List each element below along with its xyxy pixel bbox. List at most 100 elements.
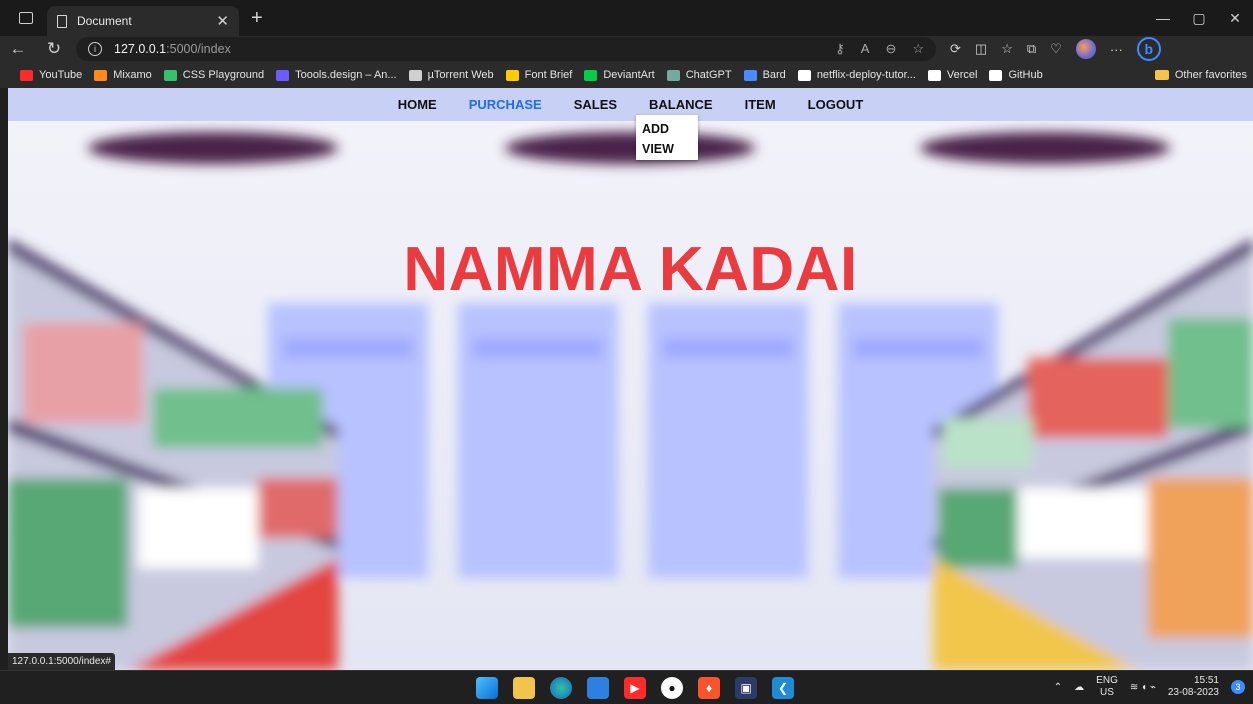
youtube-icon[interactable]: ▶ [624, 677, 646, 699]
favorite-star-icon[interactable]: ☆ [912, 41, 924, 57]
read-aloud-icon[interactable]: A [861, 41, 870, 57]
bookmark-item[interactable]: netflix-deploy-tutor... [797, 69, 916, 81]
document-icon [57, 14, 67, 28]
health-icon[interactable]: ♡ [1050, 41, 1062, 57]
clock[interactable]: 15:51 23-08-2023 [1168, 675, 1219, 699]
profile-avatar[interactable] [1075, 39, 1096, 59]
more-icon[interactable]: ··· [1110, 42, 1123, 57]
refresh-icon[interactable]: ↻ [36, 39, 72, 59]
bookmark-icon [276, 69, 290, 81]
clock-date: 23-08-2023 [1167, 687, 1219, 698]
extensions-icon[interactable]: ⟳ [950, 41, 961, 57]
bookmark-item[interactable]: ChatGPT [666, 69, 732, 81]
bookmark-label: Mixamo [113, 69, 152, 81]
bookmark-label: CSS Playground [182, 69, 265, 81]
windows-start-icon[interactable] [476, 677, 498, 699]
window-controls: — ▢ ✕ [1145, 10, 1253, 27]
bookmark-item[interactable]: YouTube [20, 69, 82, 81]
bing-copilot-icon[interactable]: b [1136, 37, 1161, 61]
bookmark-icon [797, 69, 811, 81]
nav-item-sales[interactable]: SALES [574, 97, 617, 112]
notification-badge[interactable]: 3 [1231, 680, 1245, 694]
windows-taskbar: ▶ ● ♦ ▣ ❮ ⌃ ☁ ENG US ≋ ◖ ⌁ 15:51 23-08-2… [0, 670, 1253, 704]
dropdown-item-view[interactable]: VIEW [642, 139, 698, 159]
brave-browser-icon[interactable]: ♦ [698, 677, 720, 699]
bookmark-label: ChatGPT [685, 69, 732, 81]
browser-titlebar: Document ✕ + — ▢ ✕ [0, 0, 1253, 36]
page-viewport: HOME PURCHASE SALES BALANCE ITEM LOGOUT ADD V… [8, 88, 1253, 670]
edge-browser-icon[interactable] [550, 677, 572, 699]
bookmark-item[interactable]: CSS Playground [163, 69, 265, 81]
dropdown-item-add[interactable]: ADD [642, 119, 698, 139]
new-tab-icon[interactable]: + [251, 7, 263, 30]
bookmark-icon [505, 69, 519, 81]
site-info-icon[interactable]: i [88, 42, 102, 56]
bookmark-icon [163, 69, 177, 81]
bookmark-icon [989, 69, 1003, 81]
nav-item-home[interactable]: HOME [398, 97, 437, 112]
nav-item-logout[interactable]: LOGOUT [808, 97, 864, 112]
supermarket-background [8, 88, 1253, 670]
bookmarks-bar: YouTube Mixamo CSS Playground Toools.design… [0, 62, 1253, 88]
address-actions: ⚷ A ⊖ ☆ [835, 41, 936, 57]
bookmark-icon [20, 69, 33, 81]
purchase-dropdown: ADD VIEW [636, 115, 698, 160]
vscode-icon[interactable]: ❮ [772, 677, 794, 699]
other-favorites-label: Other favorites [1174, 69, 1247, 81]
bookmark-label: GitHub [1008, 69, 1043, 81]
back-icon[interactable]: ← [0, 39, 36, 59]
address-row: ← ↻ i 127.0.0.1 :5000/index ⚷ A ⊖ ☆ ⟳ ◫ … [0, 36, 1253, 62]
other-favorites[interactable]: Other favorites [1154, 69, 1247, 81]
bookmark-item[interactable]: µTorrent Web [408, 69, 494, 81]
bookmark-item[interactable]: Mixamo [94, 69, 152, 81]
bookmark-icon [408, 69, 422, 81]
bookmark-icon [94, 69, 108, 81]
bookmark-icon [666, 69, 680, 81]
bookmark-label: Toools.design – An... [295, 69, 397, 81]
file-explorer-icon[interactable] [513, 677, 535, 699]
system-tray: ⌃ ☁ ENG US ≋ ◖ ⌁ 15:51 23-08-2023 3 [1054, 675, 1245, 699]
browser-tab[interactable]: Document ✕ [47, 6, 239, 36]
bookmark-icon [743, 69, 757, 81]
close-tab-icon[interactable]: ✕ [216, 12, 229, 30]
tab-actions-icon[interactable] [19, 12, 33, 24]
taskbar-apps: ▶ ● ♦ ▣ ❮ [476, 677, 794, 699]
minimize-icon[interactable]: — [1145, 10, 1181, 27]
zoom-icon[interactable]: ⊖ [885, 41, 896, 57]
bookmark-item[interactable]: Font Brief [505, 69, 572, 81]
favorites-icon[interactable]: ☆ [1001, 41, 1013, 57]
chevron-up-icon[interactable]: ⌃ [1054, 682, 1062, 693]
lang-top: ENG [1096, 675, 1118, 686]
url-path: :5000/index [166, 42, 231, 56]
cloud-icon[interactable]: ☁ [1074, 682, 1084, 693]
site-navbar: HOME PURCHASE SALES BALANCE ITEM LOGOUT [8, 88, 1253, 121]
bookmark-item[interactable]: GitHub [989, 69, 1043, 81]
nav-item-item[interactable]: ITEM [745, 97, 776, 112]
github-icon[interactable]: ● [661, 677, 683, 699]
bookmark-item[interactable]: Bard [743, 69, 786, 81]
address-bar[interactable]: i 127.0.0.1 :5000/index ⚷ A ⊖ ☆ [76, 37, 936, 61]
bookmark-icon [584, 69, 598, 81]
microsoft-store-icon[interactable] [587, 677, 609, 699]
language-indicator[interactable]: ENG US [1096, 675, 1118, 699]
wifi-volume-battery-icons[interactable]: ≋ ◖ ⌁ [1130, 682, 1156, 693]
nav-item-purchase[interactable]: PURCHASE [469, 97, 542, 112]
bookmark-label: netflix-deploy-tutor... [816, 69, 916, 81]
split-screen-icon[interactable]: ◫ [975, 41, 987, 57]
restore-icon[interactable]: ▢ [1181, 10, 1217, 27]
collections-icon[interactable]: ⧉ [1027, 41, 1036, 57]
bookmark-item[interactable]: Toools.design – An... [276, 69, 397, 81]
clock-time: 15:51 [1193, 675, 1219, 686]
tab-title: Document [77, 14, 132, 28]
toolbar-icons: ⟳ ◫ ☆ ⧉ ♡ ··· b [950, 37, 1167, 61]
url-host: 127.0.0.1 [114, 42, 167, 56]
hero-title: NAMMA KADAI [403, 235, 858, 304]
bookmark-item[interactable]: DeviantArt [584, 69, 655, 81]
pycharm-icon[interactable]: ▣ [735, 677, 757, 699]
folder-icon [1154, 70, 1169, 80]
nav-item-balance[interactable]: BALANCE [649, 97, 713, 112]
close-window-icon[interactable]: ✕ [1217, 10, 1253, 27]
bookmark-label: Bard [762, 69, 786, 81]
bookmark-item[interactable]: Vercel [927, 69, 977, 81]
key-icon[interactable]: ⚷ [835, 41, 845, 57]
